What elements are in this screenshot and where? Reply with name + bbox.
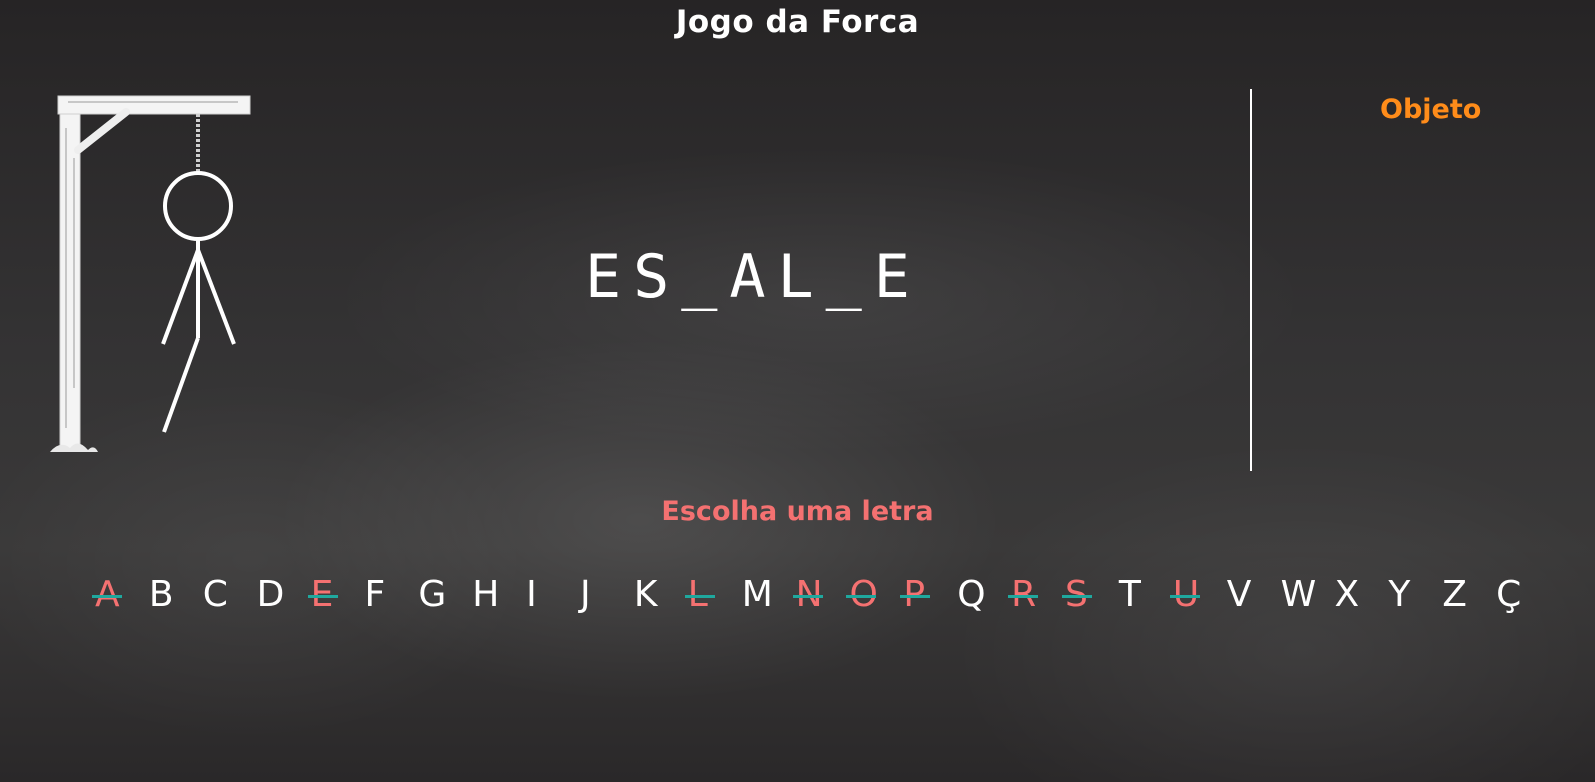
hangman-head (163, 171, 233, 241)
letter-key-label: Y (1388, 574, 1411, 615)
used-letter-strike (1169, 595, 1200, 598)
letter-key-i[interactable]: I (526, 573, 580, 617)
letter-key-label: X (1334, 574, 1360, 615)
letter-key-l: L (684, 573, 742, 617)
gallows-drawing (50, 95, 251, 452)
letter-key-n: N (792, 573, 850, 617)
vertical-divider (1250, 89, 1252, 471)
hangman-right-arm (196, 249, 236, 345)
letter-key-label: M (741, 574, 773, 615)
letter-key-label: J (580, 574, 591, 615)
letter-key-w[interactable]: W (1281, 573, 1335, 617)
letter-key-b[interactable]: B (149, 573, 203, 617)
letter-key-label: D (256, 574, 285, 615)
hangman-left-leg (162, 337, 200, 433)
letter-key-label: K (633, 574, 658, 615)
used-letter-strike (684, 595, 715, 598)
hangman-left-arm (161, 249, 200, 345)
letter-keyboard: ABCDEFGHI J KLMNOPQRSTUVWXYZÇ (92, 570, 1550, 620)
letter-key-z[interactable]: Z (1442, 573, 1496, 617)
used-letter-strike (792, 595, 823, 598)
letter-key-label: G (418, 574, 447, 615)
used-letter-strike (1062, 595, 1093, 598)
letter-key-label: I (526, 574, 537, 615)
letter-key-label: B (148, 574, 174, 615)
letter-key-f[interactable]: F (364, 573, 418, 617)
letter-key-p: P (900, 573, 957, 617)
letter-key-label: C (202, 574, 228, 615)
letter-key-label: W (1280, 574, 1317, 615)
category-label: Objeto (1380, 94, 1482, 125)
letter-key-h[interactable]: H (472, 573, 526, 617)
used-letter-strike (900, 595, 931, 598)
letter-key-label: V (1226, 574, 1252, 615)
letter-key-k[interactable]: K (634, 573, 688, 617)
letter-key-a: A (92, 573, 149, 617)
letter-key-label: T (1118, 574, 1141, 615)
letter-key-label: Z (1442, 574, 1467, 615)
used-letter-strike (92, 595, 122, 598)
letter-key-j[interactable]: J (580, 573, 634, 617)
gallows-beam (57, 95, 251, 115)
letter-key-r: R (1008, 573, 1065, 617)
letter-key-label: Q (957, 574, 986, 615)
letter-key-e: E (307, 573, 365, 617)
letter-key-v[interactable]: V (1227, 573, 1281, 617)
gallows-base (50, 443, 98, 452)
letter-prompt: Escolha uma letra (661, 496, 934, 527)
masked-word: ES_AL_E (585, 242, 922, 312)
gallows-brace (74, 108, 130, 154)
letter-key-g[interactable]: G (418, 573, 472, 617)
letter-key-m[interactable]: M (742, 573, 796, 617)
letter-key-q[interactable]: Q (957, 573, 1011, 617)
letter-key-u: U (1169, 573, 1227, 617)
letter-key-s: S (1062, 573, 1119, 617)
used-letter-strike (307, 595, 338, 598)
letter-key-c[interactable]: C (203, 573, 257, 617)
letter-key-y[interactable]: Y (1388, 573, 1442, 617)
letter-key-x[interactable]: X (1334, 573, 1388, 617)
letter-key-label: F (364, 574, 386, 615)
used-letter-strike (1008, 595, 1039, 598)
letter-key-label: H (472, 574, 500, 615)
gallows-post (59, 107, 81, 451)
letter-key-t[interactable]: T (1119, 573, 1173, 617)
letter-key-o: O (846, 573, 903, 617)
letter-key-d[interactable]: D (257, 573, 311, 617)
page-title: Jogo da Forca (675, 4, 920, 40)
letter-key-c-cedilla[interactable]: Ç (1496, 573, 1550, 617)
letter-key-label: Ç (1496, 574, 1522, 615)
used-letter-strike (846, 595, 877, 598)
